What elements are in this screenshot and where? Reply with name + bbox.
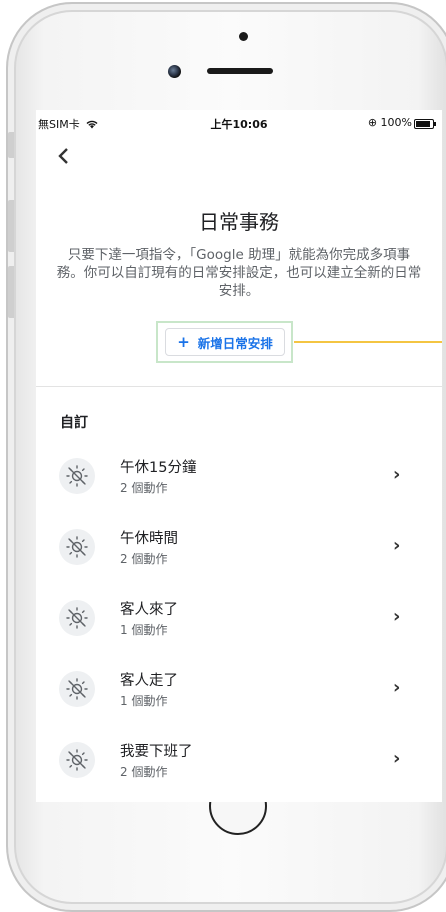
- callout-line: [294, 341, 442, 343]
- sun-off-icon: [66, 607, 88, 629]
- screen: 無SIM卡 上午10:06 ⊕ 100% 日常事務 只要下達一項指令，「Goog…: [36, 110, 442, 802]
- sun-off-icon: [66, 749, 88, 771]
- routine-icon-bg: [59, 600, 95, 636]
- chevron-right-icon: ›: [393, 748, 401, 769]
- routine-name: 客人來了: [120, 602, 178, 618]
- alarm-icon: ⊕: [367, 116, 378, 129]
- mute-switch: [8, 132, 14, 158]
- routine-icon-bg: [59, 742, 95, 778]
- add-routine-button[interactable]: + 新增日常安排: [165, 328, 285, 356]
- sun-off-icon: [66, 465, 88, 487]
- proximity-sensor: [239, 32, 248, 41]
- chevron-right-icon: ›: [393, 464, 401, 485]
- routine-action-count: 2 個動作: [120, 481, 168, 495]
- plus-icon: +: [177, 333, 190, 351]
- battery-text: 100%: [380, 116, 412, 129]
- add-routine-label: 新增日常安排: [197, 335, 273, 351]
- routine-name: 客人走了: [120, 673, 178, 689]
- page-title: 日常事務: [199, 210, 279, 234]
- chevron-left-icon: [58, 148, 68, 164]
- routine-action-count: 2 個動作: [120, 552, 168, 566]
- routine-action-count: 1 個動作: [120, 623, 168, 637]
- routine-name: 午休15分鐘: [120, 460, 197, 476]
- section-title: 自訂: [60, 415, 88, 431]
- routine-name: 午休時間: [120, 531, 178, 547]
- chevron-right-icon: ›: [393, 677, 401, 698]
- volume-up-button: [8, 200, 14, 252]
- chevron-right-icon: ›: [393, 535, 401, 556]
- sun-off-icon: [66, 536, 88, 558]
- routine-item[interactable]: 客人來了 1 個動作 ›: [36, 586, 442, 650]
- routine-item[interactable]: 午休15分鐘 2 個動作 ›: [36, 444, 442, 508]
- routine-item[interactable]: 午休時間 2 個動作 ›: [36, 515, 442, 579]
- routine-name: 我要下班了: [120, 744, 193, 760]
- chevron-right-icon: ›: [393, 606, 401, 627]
- divider: [36, 386, 442, 387]
- routine-item[interactable]: 客人走了 1 個動作 ›: [36, 657, 442, 721]
- routine-action-count: 1 個動作: [120, 694, 168, 708]
- routine-item[interactable]: 我要下班了 2 個動作 ›: [36, 728, 442, 792]
- battery-icon: [414, 119, 436, 129]
- battery-fill: [416, 121, 430, 127]
- routine-action-count: 2 個動作: [120, 765, 168, 779]
- status-bar: 無SIM卡 上午10:06 ⊕ 100%: [36, 110, 442, 136]
- volume-down-button: [8, 266, 14, 318]
- earpiece-speaker: [207, 68, 273, 74]
- page-description: 只要下達一項指令，「Google 助理」就能為你完成多項事務。你可以自訂現有的日…: [56, 247, 422, 299]
- routine-icon-bg: [59, 458, 95, 494]
- battery-percentage: ⊕ 100%: [368, 116, 412, 129]
- routine-icon-bg: [59, 671, 95, 707]
- front-camera: [168, 65, 181, 78]
- back-button[interactable]: [54, 142, 84, 172]
- sun-off-icon: [66, 678, 88, 700]
- routine-icon-bg: [59, 529, 95, 565]
